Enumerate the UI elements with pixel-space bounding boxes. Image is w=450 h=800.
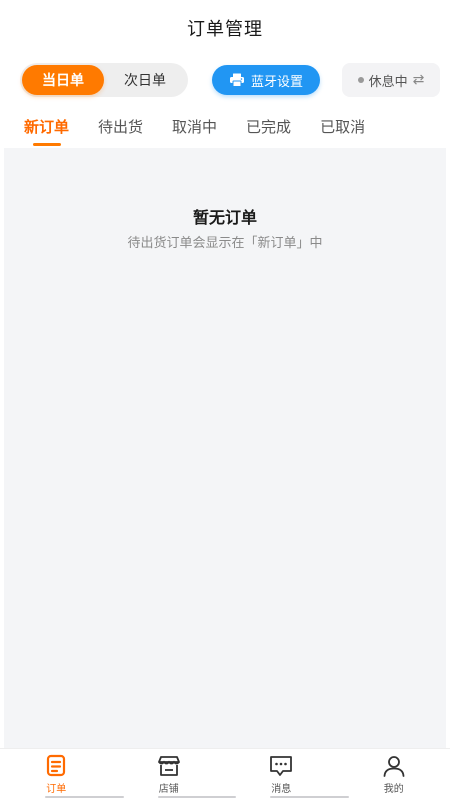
nav-item-store[interactable]: 店铺	[113, 749, 236, 800]
swap-icon: ⇄	[412, 72, 425, 88]
bluetooth-settings-label: 蓝牙设置	[250, 74, 303, 90]
nav-label-store: 店铺	[158, 784, 179, 795]
nav-label-profile: 我的	[383, 784, 404, 795]
store-icon	[157, 756, 180, 776]
top-controls: 当日单 次日单 蓝牙设置 休息中 ⇄	[0, 56, 450, 104]
nav-label-messages: 消息	[271, 784, 292, 795]
empty-state-title: 暂无订单	[192, 208, 257, 227]
tab-completed[interactable]: 已完成	[246, 104, 291, 148]
order-icon	[47, 754, 66, 777]
order-status-tabs: 新订单 待出货 取消中 已完成 已取消	[0, 104, 450, 148]
message-icon	[270, 756, 293, 776]
user-icon	[383, 756, 405, 777]
day-switch: 当日单 次日单	[20, 63, 188, 97]
empty-state-subtitle: 待出货订单会显示在「新订单」中	[127, 236, 323, 251]
store-status-toggle[interactable]: 休息中 ⇄	[342, 63, 440, 97]
tab-cancelling[interactable]: 取消中	[172, 104, 217, 148]
next-day-orders-button[interactable]: 次日单	[104, 65, 186, 95]
nav-item-orders[interactable]: 订单	[0, 749, 124, 800]
bluetooth-settings-button[interactable]: 蓝牙设置	[212, 65, 320, 95]
nav-item-profile[interactable]: 我的	[338, 749, 450, 800]
header: 订单管理	[0, 0, 450, 56]
today-orders-button[interactable]: 当日单	[22, 65, 104, 95]
status-dot-icon	[357, 77, 364, 83]
printer-icon	[229, 73, 244, 87]
app-root: 订单管理 当日单 次日单 蓝牙设置 休息中 ⇄ 新订单 待出货 取消中 已完成 …	[0, 0, 450, 800]
store-status-label: 休息中	[368, 74, 408, 90]
bottom-nav: 订单 店铺 消息 我的	[0, 748, 450, 800]
tab-pending-shipment[interactable]: 待出货	[98, 104, 143, 148]
tab-cancelled[interactable]: 已取消	[320, 104, 365, 148]
page-title: 订单管理	[187, 19, 263, 40]
nav-item-messages[interactable]: 消息	[225, 749, 349, 800]
order-list-area[interactable]: 暂无订单 待出货订单会显示在「新订单」中	[4, 148, 446, 748]
tab-new-orders[interactable]: 新订单	[24, 104, 69, 148]
nav-label-orders: 订单	[46, 784, 67, 795]
